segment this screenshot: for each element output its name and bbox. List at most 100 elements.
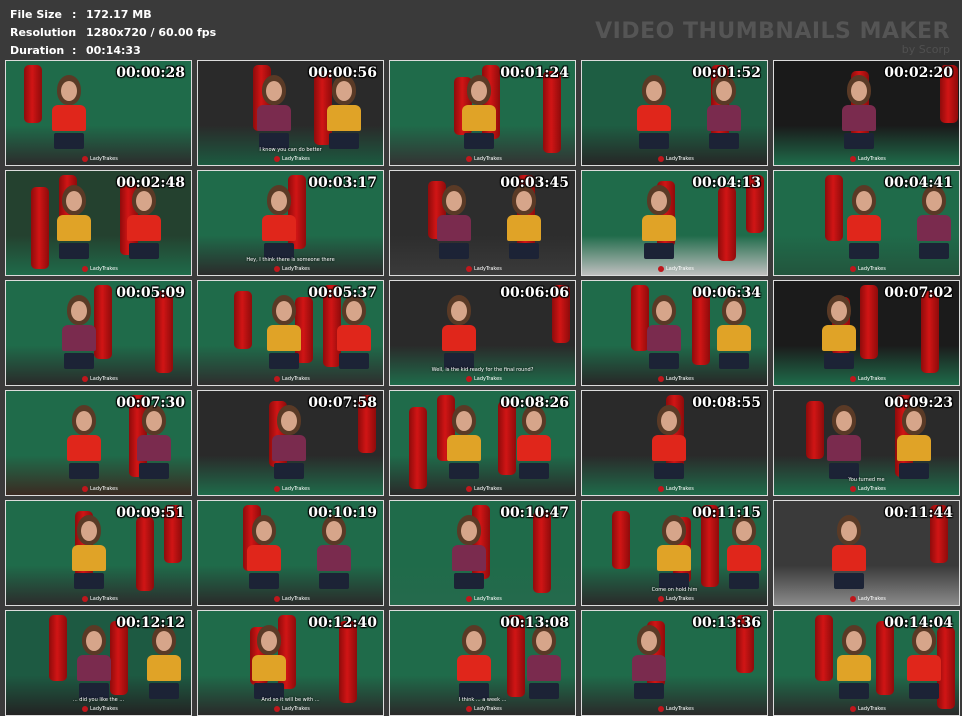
person-figure xyxy=(261,295,307,385)
clothing-top xyxy=(657,545,691,571)
face xyxy=(156,631,172,651)
thumbnail-timestamp: 00:07:30 xyxy=(116,395,185,411)
file-size-label: File Size xyxy=(10,8,62,21)
clothing-top xyxy=(717,325,751,351)
punching-bag xyxy=(921,291,939,373)
logo-text: LadyTrakes xyxy=(858,486,886,492)
video-thumbnail[interactable]: 00:13:08 I think ... a week ... LadyTrakes xyxy=(389,610,576,716)
clothing-top xyxy=(442,325,476,351)
video-thumbnail[interactable]: 00:07:58 LadyTrakes xyxy=(197,390,384,496)
logo-text: LadyTrakes xyxy=(666,706,694,712)
logo-text: LadyTrakes xyxy=(858,376,886,382)
video-thumbnail[interactable]: 00:12:12 ... did you like the ... LadyTrak… xyxy=(5,610,192,716)
logo-dot-icon xyxy=(850,706,856,712)
channel-logo: LadyTrakes xyxy=(850,376,886,382)
clothing-bottom xyxy=(64,353,94,369)
logo-dot-icon xyxy=(658,376,664,382)
watermark: VIDEO THUMBNAILS MAKER by Scorp xyxy=(595,20,950,56)
video-thumbnail[interactable]: 00:14:04 LadyTrakes xyxy=(773,610,960,716)
video-thumbnail[interactable]: 00:02:20 LadyTrakes xyxy=(773,60,960,166)
clothing-bottom xyxy=(509,243,539,259)
clothing-top xyxy=(127,215,161,241)
face xyxy=(846,631,862,651)
video-thumbnail[interactable]: 00:10:47 LadyTrakes xyxy=(389,500,576,606)
channel-logo: LadyTrakes xyxy=(82,156,118,162)
thumbnail-timestamp: 00:12:40 xyxy=(308,615,377,631)
clothing-bottom xyxy=(909,683,939,699)
logo-dot-icon xyxy=(850,376,856,382)
person-figure xyxy=(836,75,882,165)
person-figure xyxy=(56,295,102,385)
thumbnail-subtitle: Come on hold him xyxy=(651,587,698,593)
face xyxy=(451,301,467,321)
face xyxy=(256,521,272,541)
video-thumbnail[interactable]: 00:09:51 LadyTrakes xyxy=(5,500,192,606)
clothing-top xyxy=(262,215,296,241)
video-thumbnail[interactable]: 00:10:19 LadyTrakes xyxy=(197,500,384,606)
logo-dot-icon xyxy=(82,266,88,272)
logo-text: LadyTrakes xyxy=(90,486,118,492)
thumbnail-timestamp: 00:04:13 xyxy=(692,175,761,191)
video-thumbnail[interactable]: 00:06:06 Well, is the kid ready for the f… xyxy=(389,280,576,386)
video-thumbnail[interactable]: 00:04:13 LadyTrakes xyxy=(581,170,768,276)
video-thumbnail[interactable]: 00:11:15 Come on hold him LadyTrakes xyxy=(581,500,768,606)
clothing-top xyxy=(257,105,291,131)
video-thumbnail[interactable]: 00:05:09 LadyTrakes xyxy=(5,280,192,386)
punching-bag xyxy=(692,291,710,365)
clothing-top xyxy=(272,435,306,461)
thumbnail-timestamp: 00:02:20 xyxy=(884,65,953,81)
channel-logo: LadyTrakes xyxy=(466,266,502,272)
punching-bag xyxy=(136,517,154,591)
face xyxy=(261,631,277,651)
logo-dot-icon xyxy=(658,486,664,492)
video-thumbnail[interactable]: 00:11:44 LadyTrakes xyxy=(773,500,960,606)
clothing-top xyxy=(527,655,561,681)
thumbnail-timestamp: 00:11:15 xyxy=(692,505,761,521)
video-thumbnail[interactable]: 00:01:24 LadyTrakes xyxy=(389,60,576,166)
clothing-top xyxy=(67,435,101,461)
logo-dot-icon xyxy=(82,156,88,162)
video-thumbnail[interactable]: 00:13:36 LadyTrakes xyxy=(581,610,768,716)
face xyxy=(716,81,732,101)
video-thumbnail[interactable]: 00:00:56 I know you can do better LadyTrak… xyxy=(197,60,384,166)
logo-text: LadyTrakes xyxy=(666,486,694,492)
video-thumbnail[interactable]: 00:08:55 LadyTrakes xyxy=(581,390,768,496)
punching-bag xyxy=(155,291,173,373)
video-thumbnail[interactable]: 00:05:37 LadyTrakes xyxy=(197,280,384,386)
video-thumbnail[interactable]: 00:07:30 LadyTrakes xyxy=(5,390,192,496)
logo-text: LadyTrakes xyxy=(474,376,502,382)
person-figure xyxy=(441,405,487,495)
thumbnail-timestamp: 00:06:34 xyxy=(692,285,761,301)
thumbnail-subtitle: I know you can do better xyxy=(259,147,322,153)
person-figure xyxy=(446,515,492,605)
thumbnail-timestamp: 00:09:51 xyxy=(116,505,185,521)
face xyxy=(726,301,742,321)
person-figure xyxy=(831,625,877,715)
video-thumbnail[interactable]: 00:02:48 LadyTrakes xyxy=(5,170,192,276)
face xyxy=(656,301,672,321)
punching-bag xyxy=(860,285,878,359)
logo-text: LadyTrakes xyxy=(858,596,886,602)
video-thumbnail[interactable]: 00:08:26 LadyTrakes xyxy=(389,390,576,496)
video-thumbnail[interactable]: 00:07:02 LadyTrakes xyxy=(773,280,960,386)
clothing-bottom xyxy=(824,353,854,369)
thumbnail-timestamp: 00:10:47 xyxy=(500,505,569,521)
punching-bag xyxy=(409,407,427,489)
logo-dot-icon xyxy=(850,486,856,492)
resolution-value: 1280x720 / 60.00 fps xyxy=(86,26,217,39)
video-thumbnail[interactable]: 00:06:34 LadyTrakes xyxy=(581,280,768,386)
video-thumbnail[interactable]: 00:09:23 You turned me LadyTrakes xyxy=(773,390,960,496)
clothing-bottom xyxy=(439,243,469,259)
video-thumbnail[interactable]: 00:03:45 LadyTrakes xyxy=(389,170,576,276)
channel-logo: LadyTrakes xyxy=(274,376,310,382)
clothing-top xyxy=(707,105,741,131)
video-thumbnail[interactable]: 00:01:52 LadyTrakes xyxy=(581,60,768,166)
resolution-label: Resolution xyxy=(10,26,77,39)
video-thumbnail[interactable]: 00:04:41 LadyTrakes xyxy=(773,170,960,276)
video-thumbnail[interactable]: 00:03:17 Hey, I think there is someone th… xyxy=(197,170,384,276)
logo-dot-icon xyxy=(466,596,472,602)
video-thumbnail[interactable]: 00:00:28 LadyTrakes xyxy=(5,60,192,166)
channel-logo: LadyTrakes xyxy=(658,486,694,492)
thumbnail-timestamp: 00:01:24 xyxy=(500,65,569,81)
video-thumbnail[interactable]: 00:12:40 And so it will be with ... LadyTr… xyxy=(197,610,384,716)
